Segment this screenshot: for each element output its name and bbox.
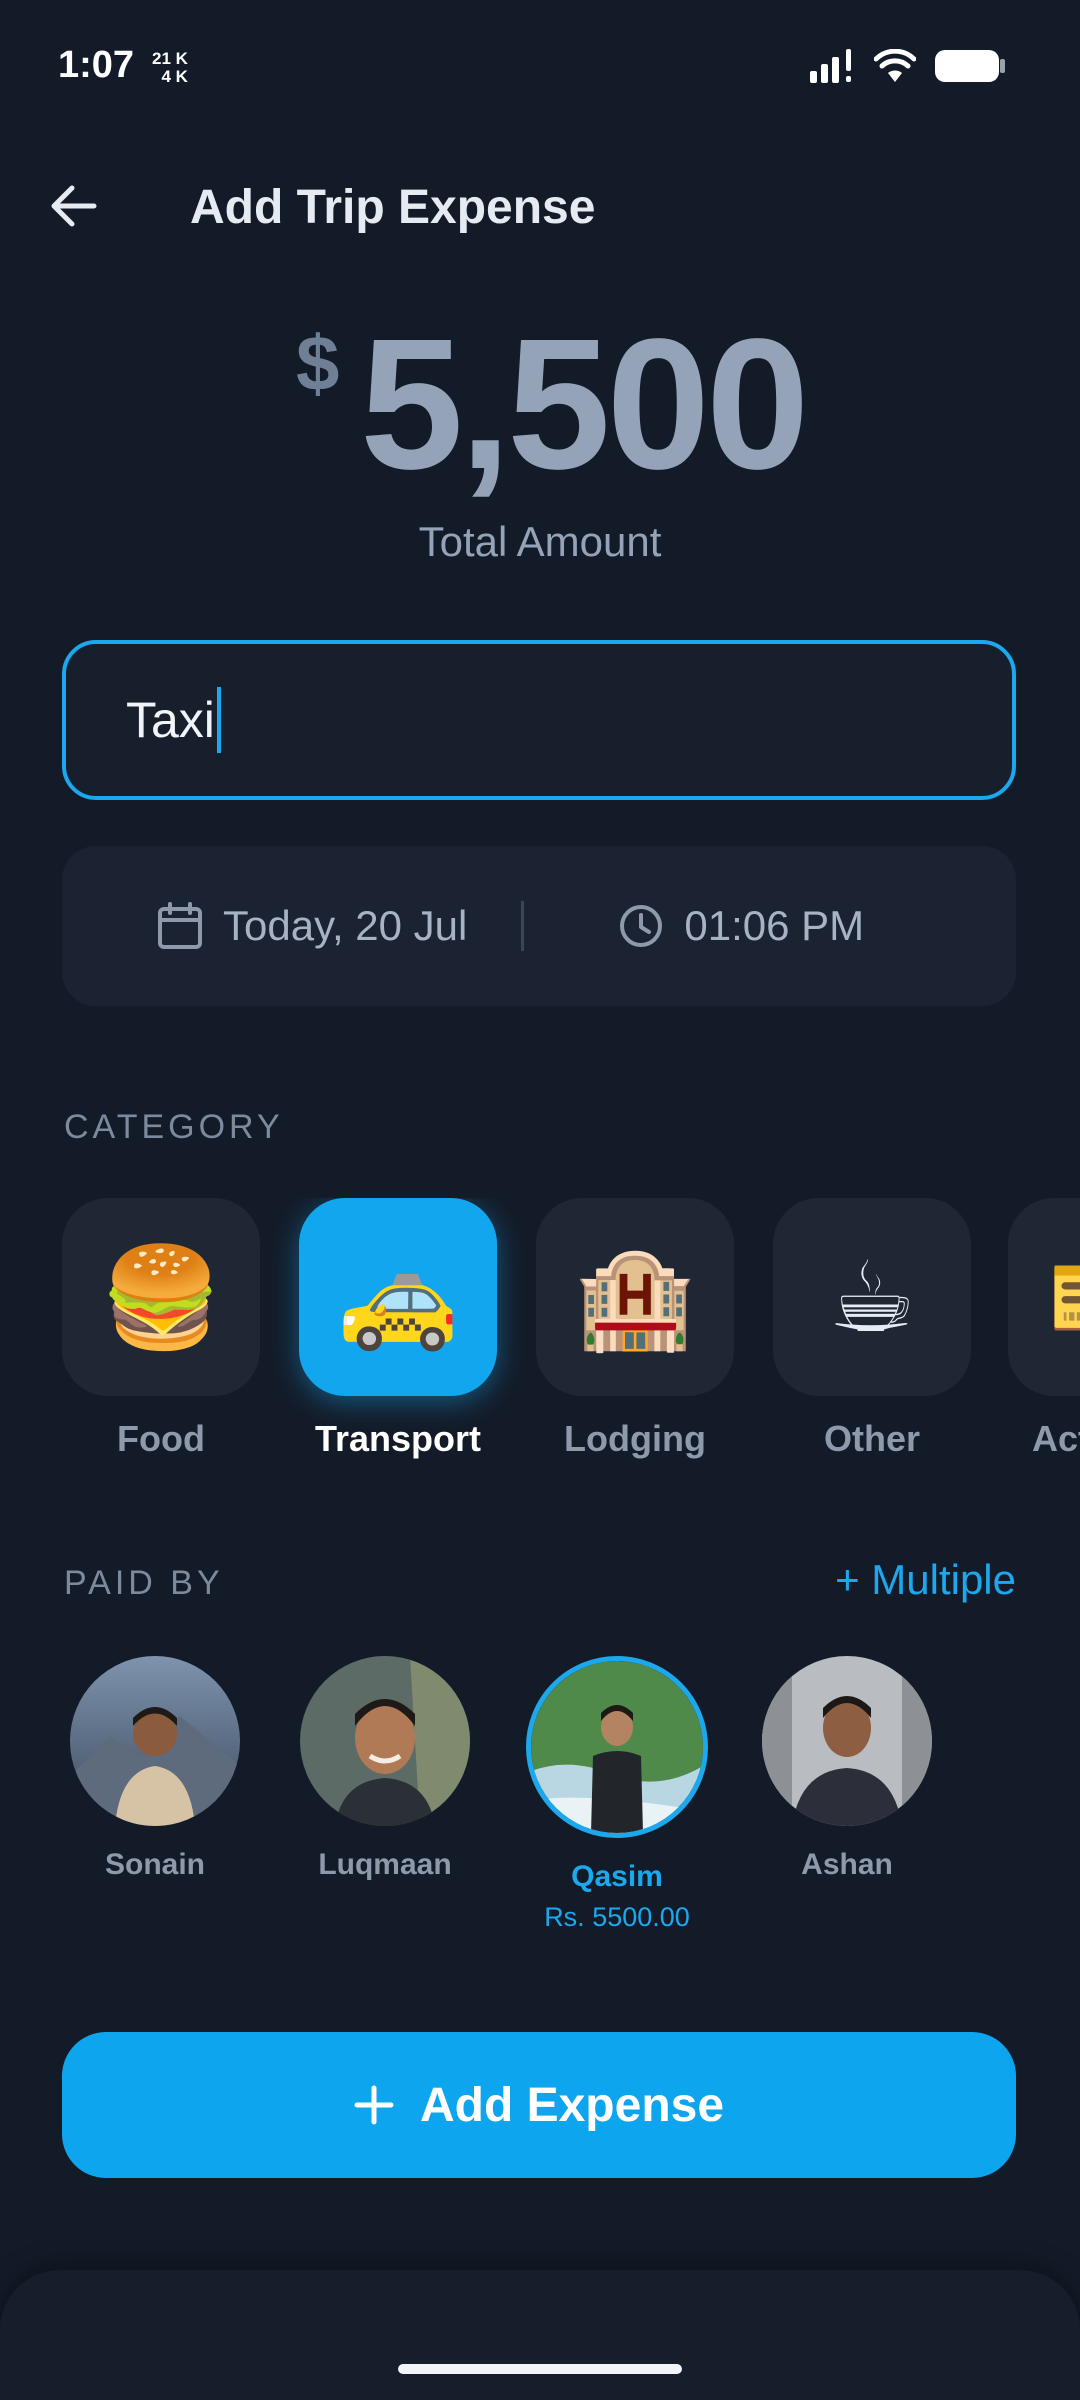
back-button[interactable]	[44, 176, 104, 236]
payer-qasim[interactable]: Qasim Rs. 5500.00	[522, 1656, 712, 1933]
clock-icon	[620, 905, 663, 947]
avatar	[300, 1656, 470, 1826]
page-title: Add Trip Expense	[190, 181, 596, 234]
category-transport-label: Transport	[314, 1418, 482, 1459]
network-up: 21 K	[152, 49, 188, 68]
wifi-icon	[874, 49, 916, 82]
add-expense-label: Add Expense	[419, 2078, 725, 2132]
status-time: 1:07	[58, 44, 135, 86]
plus-icon	[354, 2085, 394, 2125]
avatar	[526, 1656, 708, 1838]
signal-icon	[810, 49, 851, 83]
payer-name: Luqmaan	[318, 1848, 452, 1881]
description-input[interactable]: Taxi	[62, 640, 1016, 800]
text-cursor	[216, 687, 221, 753]
currency-symbol: $	[296, 319, 340, 407]
payer-share-amount: Rs. 5500.00	[544, 1902, 690, 1932]
payer-luqmaan[interactable]: Luqmaan	[290, 1656, 480, 1882]
category-other-label: Other	[823, 1418, 920, 1459]
category-activity-label: Act	[1032, 1418, 1080, 1459]
battery-icon	[935, 50, 1005, 82]
ticket-icon: 🎫	[1008, 1198, 1080, 1396]
add-expense-button[interactable]: Add Expense	[62, 2032, 1016, 2178]
coffee-icon: ☕	[773, 1198, 971, 1396]
status-icons	[810, 48, 1006, 84]
payer-name: Sonain	[104, 1848, 205, 1881]
time-value: 01:06 PM	[684, 902, 865, 949]
payer-sonain[interactable]: Sonain	[60, 1656, 250, 1882]
category-activity[interactable]: 🎫 Act	[1008, 1198, 1080, 1460]
description-value: Taxi	[126, 692, 215, 748]
total-amount-label: Total Amount	[418, 518, 662, 565]
category-lodging[interactable]: 🏨 Lodging	[536, 1198, 734, 1460]
date-picker[interactable]: Today, 20 Jul	[157, 902, 467, 950]
datetime-divider	[521, 901, 525, 951]
payer-ashan[interactable]: Ashan	[752, 1656, 942, 1882]
time-picker[interactable]: 01:06 PM	[618, 902, 864, 950]
datetime-picker: Today, 20 Jul 01:06 PM	[62, 846, 1016, 1006]
category-food-label: Food	[117, 1418, 205, 1459]
category-list: 🍔 Food 🚕 Transport 🏨 Lodging ☕ Other 🎫 A…	[62, 1198, 1080, 1488]
category-food[interactable]: 🍔 Food	[62, 1198, 260, 1460]
avatar	[70, 1656, 240, 1826]
food-icon: 🍔	[62, 1198, 260, 1396]
category-transport[interactable]: 🚕 Transport	[299, 1198, 497, 1460]
bottom-sheet	[0, 2270, 1080, 2400]
arrow-left-icon	[51, 185, 97, 227]
payer-name: Qasim	[571, 1860, 663, 1893]
paid-by-label: PAID BY	[64, 1564, 224, 1602]
category-label: CATEGORY	[64, 1108, 284, 1146]
network-speed: 21 K 4 K	[152, 50, 188, 86]
calendar-icon	[158, 902, 202, 949]
avatar	[762, 1656, 932, 1826]
date-value: Today, 20 Jul	[223, 902, 468, 949]
multiple-payers-button[interactable]: + Multiple	[835, 1556, 1016, 1604]
home-indicator[interactable]	[398, 2364, 682, 2374]
category-other[interactable]: ☕ Other	[773, 1198, 971, 1460]
total-amount[interactable]: 5,500	[360, 300, 809, 510]
payer-name: Ashan	[801, 1848, 893, 1881]
category-lodging-label: Lodging	[564, 1418, 706, 1459]
hotel-icon: 🏨	[536, 1198, 734, 1396]
taxi-icon: 🚕	[299, 1198, 497, 1396]
network-down: 4 K	[161, 67, 188, 86]
